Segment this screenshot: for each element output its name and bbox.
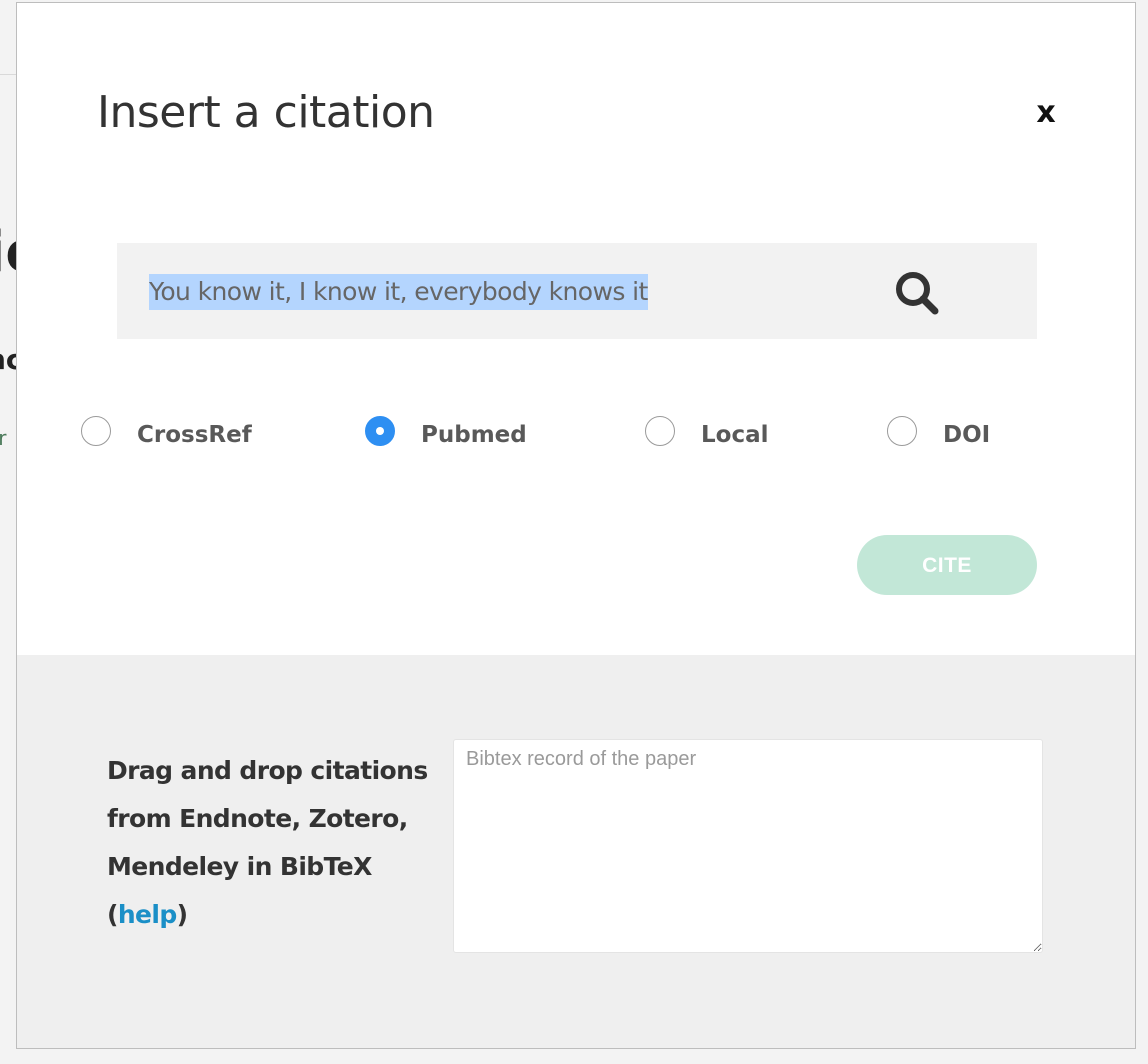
- bibtex-import-section: Drag and drop citations from Endnote, Zo…: [17, 655, 1135, 1048]
- background-divider: [0, 74, 16, 75]
- search-icon[interactable]: [893, 269, 941, 317]
- radio-button-crossref[interactable]: [81, 416, 111, 446]
- help-link[interactable]: help: [118, 900, 177, 929]
- citation-modal: Insert a citation x You know it, I know …: [16, 2, 1136, 1049]
- bibtex-record-textarea[interactable]: [453, 739, 1043, 953]
- source-radio-doi[interactable]: DOI: [887, 411, 990, 459]
- source-label-doi: DOI: [943, 422, 991, 448]
- radio-button-doi[interactable]: [887, 416, 917, 446]
- source-label-local: Local: [701, 422, 769, 448]
- drag-drop-text: Drag and drop citations from Endnote, Zo…: [107, 756, 428, 881]
- source-label-crossref: CrossRef: [137, 422, 252, 448]
- background-subheading-fragment: nc: [0, 343, 16, 376]
- source-radio-crossref[interactable]: CrossRef: [81, 411, 252, 459]
- help-open-paren: (: [107, 900, 118, 929]
- source-radio-local[interactable]: Local: [645, 411, 769, 459]
- background-text-fragment: ar: [0, 426, 7, 450]
- radio-button-local[interactable]: [645, 416, 675, 446]
- citation-search-box: You know it, I know it, everybody knows …: [117, 243, 1037, 339]
- source-radio-pubmed[interactable]: Pubmed: [365, 411, 527, 459]
- modal-title: Insert a citation: [97, 87, 435, 138]
- cite-button[interactable]: CITE: [857, 535, 1037, 595]
- citation-search-input[interactable]: [139, 267, 899, 315]
- source-label-pubmed: Pubmed: [421, 422, 527, 448]
- drag-drop-instructions: Drag and drop citations from Endnote, Zo…: [107, 747, 457, 939]
- close-button[interactable]: x: [1027, 91, 1065, 135]
- background-heading-fragment: ic: [0, 218, 16, 288]
- help-close-paren: ): [176, 900, 188, 929]
- radio-button-pubmed[interactable]: [365, 416, 395, 446]
